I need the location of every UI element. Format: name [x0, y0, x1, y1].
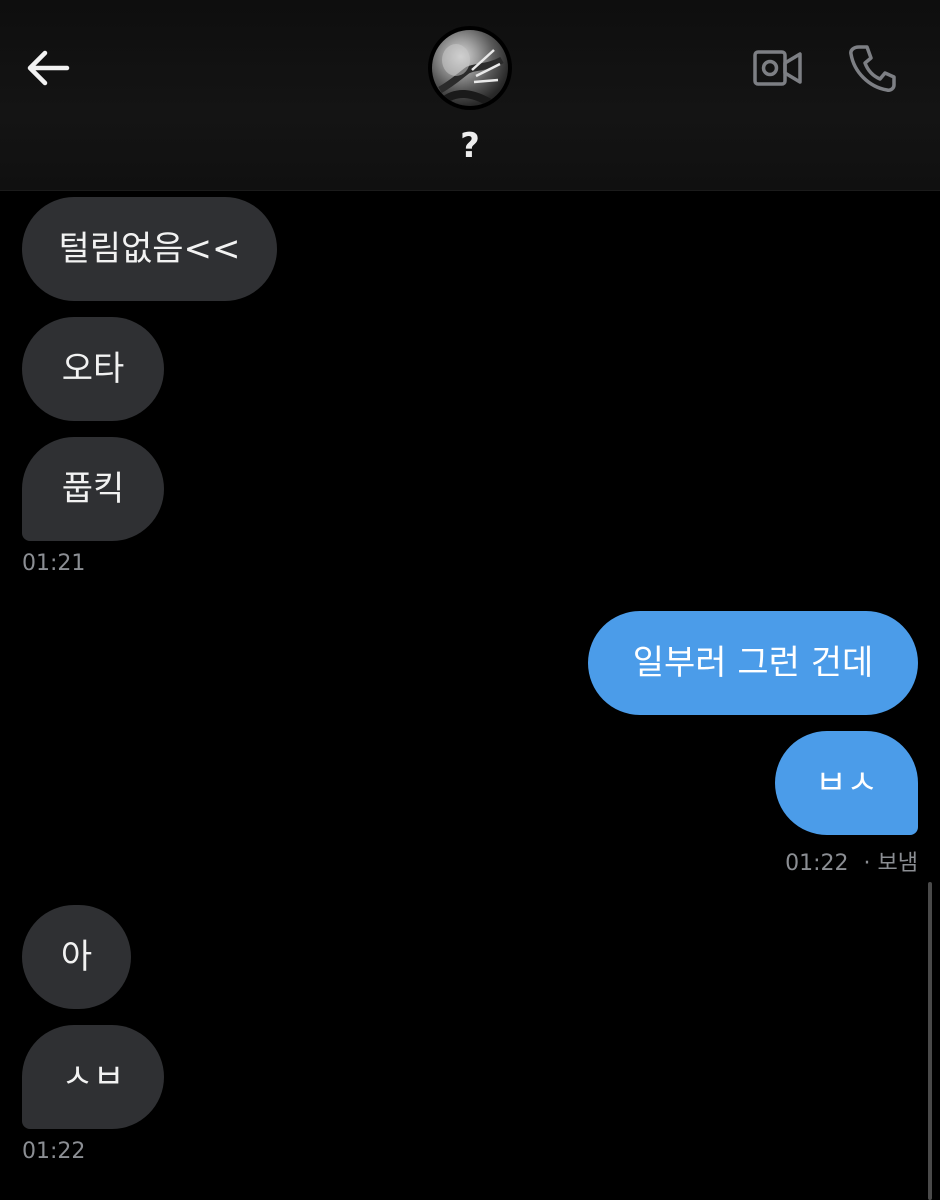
message-timestamp: 01:22 — [22, 1139, 86, 1164]
received-message-bubble[interactable]: 아 — [22, 905, 131, 1009]
contact-name[interactable]: ? — [420, 126, 520, 166]
contact-avatar[interactable] — [428, 26, 512, 110]
chat-header: ? — [0, 0, 940, 191]
scrollbar[interactable] — [928, 882, 932, 1200]
received-message-bubble[interactable]: ㅅㅂ — [22, 1025, 164, 1129]
voice-call-button[interactable] — [844, 40, 900, 96]
video-call-button[interactable] — [748, 42, 808, 94]
sent-message-bubble[interactable]: ㅂㅅ — [775, 731, 918, 835]
back-button[interactable] — [22, 42, 74, 94]
video-camera-icon — [753, 50, 802, 86]
sent-status: · 보냄 — [863, 851, 918, 876]
message-timestamp: 01:22 · 보냄 — [785, 845, 918, 877]
sent-timestamp: 01:22 — [785, 851, 849, 876]
received-message-bubble[interactable]: 털림없음<< — [22, 197, 277, 301]
received-message-bubble[interactable]: 오타 — [22, 317, 164, 421]
phone-icon — [849, 45, 896, 92]
avatar-image — [432, 30, 508, 106]
sent-message-bubble[interactable]: 일부러 그런 건데 — [588, 611, 918, 715]
received-message-bubble[interactable]: 풉킥 — [22, 437, 164, 541]
message-timestamp: 01:21 — [22, 551, 86, 576]
arrow-left-icon — [27, 50, 70, 86]
